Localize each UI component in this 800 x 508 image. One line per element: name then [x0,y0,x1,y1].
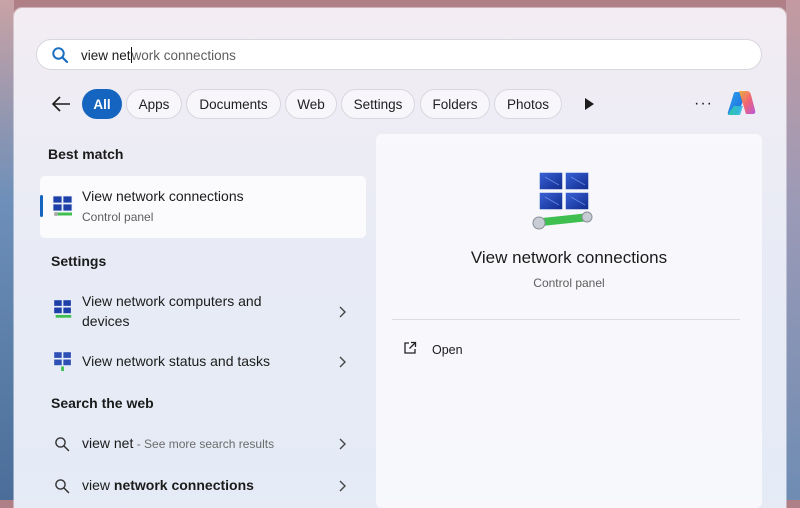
network-connections-large-icon [532,171,593,230]
search-icon [55,479,70,494]
filter-web[interactable]: Web [285,89,337,119]
best-match-subtitle: Control panel [82,210,154,224]
preview-divider [392,319,740,320]
back-arrow-icon[interactable] [50,95,72,113]
filter-documents[interactable]: Documents [186,89,281,119]
settings-result-network-computers[interactable]: View network computers and devices [40,286,366,336]
filter-all[interactable]: All [82,89,122,119]
copilot-icon[interactable] [726,88,756,118]
open-external-icon [404,341,417,354]
filter-photos[interactable]: Photos [494,89,562,119]
network-status-icon [53,351,72,372]
open-action[interactable]: Open [392,332,740,364]
web-result-text: view network connections [82,475,254,495]
chevron-right-icon[interactable] [338,480,346,492]
search-completion-text: work connections [131,48,236,63]
best-match-heading: Best match [48,146,124,162]
wallpaper-left [0,0,14,500]
search-panel: view network connections All Apps Docume… [14,8,786,508]
web-result-view-net[interactable]: view net - See more search results [40,428,366,460]
search-query: view network connections [81,47,236,63]
network-connections-icon [52,195,73,216]
chevron-right-icon[interactable] [338,356,346,368]
more-options-button[interactable]: ··· [694,95,713,113]
web-hint: - See more search results [133,437,275,451]
web-query-bold: network connections [113,477,254,493]
best-match-title: View network connections [82,188,244,204]
chevron-right-icon[interactable] [338,306,346,318]
network-computers-icon [53,299,72,318]
selection-indicator [40,195,43,217]
filter-folders[interactable]: Folders [420,89,490,119]
preview-subtitle: Control panel [533,276,605,290]
preview-pane: View network connections Control panel O… [376,134,762,508]
filter-settings[interactable]: Settings [341,89,415,119]
web-query-prefix: view [82,477,114,493]
settings-result-title: View network status and tasks [82,353,271,369]
settings-result-title-line2: devices [82,313,130,329]
web-result-view-network-connections[interactable]: view network connections [40,470,366,502]
chevron-right-icon[interactable] [338,438,346,450]
settings-heading: Settings [51,253,107,269]
settings-result-title-line1: View network computers and [82,293,262,309]
search-web-heading: Search the web [51,395,154,411]
search-typed-text: view net [81,48,131,63]
search-input[interactable]: view network connections [36,39,762,70]
open-label: Open [432,343,463,357]
wallpaper-right [786,0,800,500]
more-filters-play-icon[interactable] [585,98,594,110]
filter-apps[interactable]: Apps [126,89,182,119]
search-icon [55,437,70,452]
search-icon [52,47,69,64]
settings-result-network-status[interactable]: View network status and tasks [40,344,366,380]
web-query: view net [82,435,134,451]
web-result-text: view net - See more search results [82,433,274,454]
preview-title: View network connections [470,248,668,267]
